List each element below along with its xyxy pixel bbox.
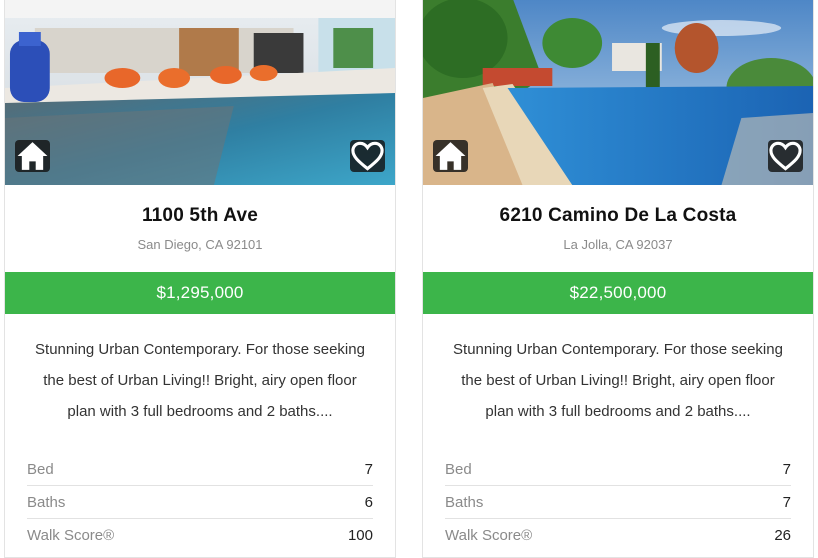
spec-label: Walk Score®: [445, 526, 533, 544]
spec-row-walk-score: Walk Score® 100: [27, 519, 373, 551]
home-icon: [17, 142, 48, 170]
spec-value: 26: [774, 526, 791, 544]
listing-address[interactable]: 6210 Camino De La Costa: [423, 205, 813, 227]
listing-photo[interactable]: [423, 0, 813, 185]
spec-label: Walk Score®: [27, 526, 115, 544]
home-icon: [435, 142, 466, 170]
listing-city: La Jolla, CA 92037: [563, 237, 673, 252]
listing-photo[interactable]: [5, 0, 395, 185]
favorite-button[interactable]: [350, 140, 385, 172]
favorite-button[interactable]: [768, 140, 803, 172]
interior-pool-photo: [5, 0, 395, 185]
listing-price: $22,500,000: [423, 272, 813, 314]
spec-label: Bed: [445, 460, 472, 478]
home-button[interactable]: [15, 140, 50, 172]
listing-description: Stunning Urban Contemporary. For those s…: [35, 341, 365, 420]
spec-row-bed: Bed 7: [445, 453, 791, 486]
spec-row-bed: Bed 7: [27, 453, 373, 486]
spec-label: Baths: [445, 493, 484, 511]
spec-row-baths: Baths 6: [27, 486, 373, 519]
listing-price: $1,295,000: [5, 272, 395, 314]
spec-value: 7: [782, 493, 791, 511]
listing-grid: 1100 5th Ave San Diego, CA 92101 $1,295,…: [0, 0, 818, 558]
home-button[interactable]: [433, 140, 468, 172]
listing-specs: Bed 7 Baths 7 Walk Score® 26: [445, 453, 791, 551]
spec-label: Baths: [27, 493, 66, 511]
spec-row-baths: Baths 7: [445, 486, 791, 519]
spec-value: 7: [782, 460, 791, 478]
listing-card[interactable]: 6210 Camino De La Costa La Jolla, CA 920…: [422, 0, 814, 558]
listing-description: Stunning Urban Contemporary. For those s…: [453, 341, 783, 420]
listing-address[interactable]: 1100 5th Ave: [5, 205, 395, 227]
spec-value: 100: [347, 526, 373, 544]
listing-specs: Bed 7 Baths 6 Walk Score® 100: [27, 453, 373, 551]
spec-row-walk-score: Walk Score® 26: [445, 519, 791, 551]
heart-icon: [351, 141, 384, 171]
spec-value: 7: [364, 460, 373, 478]
listing-city: San Diego, CA 92101: [137, 237, 263, 252]
spec-value: 6: [364, 493, 373, 511]
infinity-pool-photo: [423, 0, 813, 185]
heart-icon: [769, 141, 802, 171]
listing-card[interactable]: 1100 5th Ave San Diego, CA 92101 $1,295,…: [4, 0, 396, 558]
spec-label: Bed: [27, 460, 54, 478]
